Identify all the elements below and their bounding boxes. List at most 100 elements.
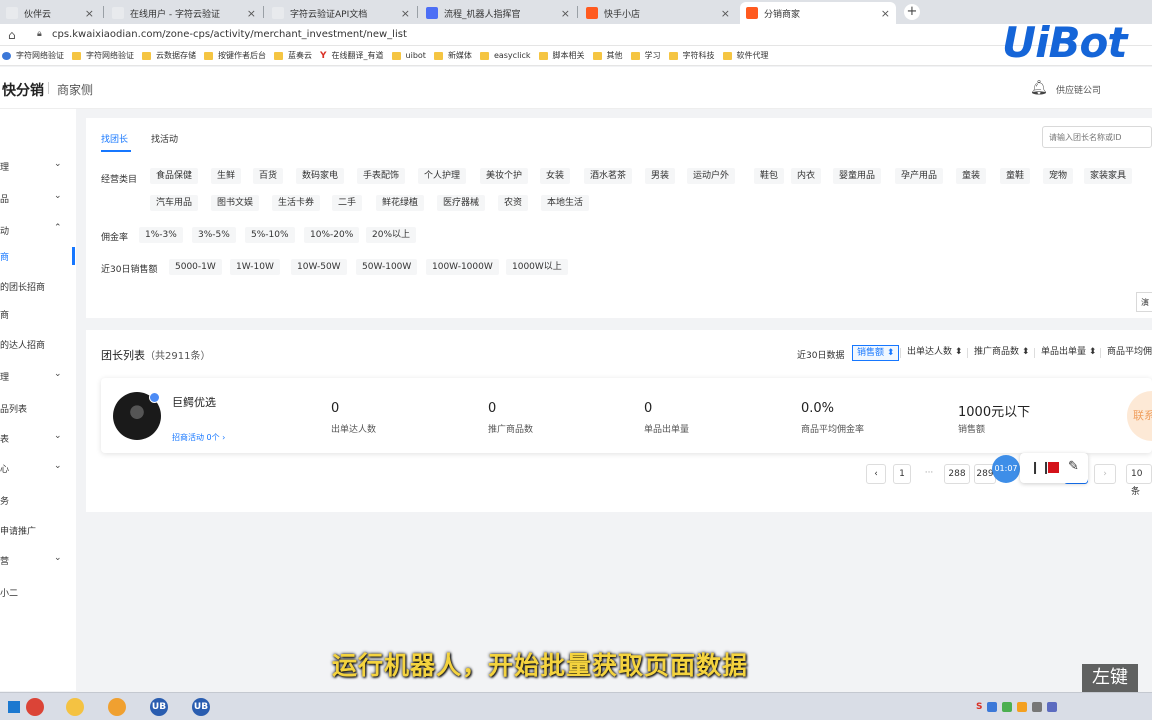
taskbar-app-chrome[interactable] — [22, 696, 48, 718]
category-chip[interactable]: 酒水茗茶 — [584, 168, 633, 184]
search-input[interactable] — [1042, 126, 1152, 148]
commission-chip[interactable]: 1%-3% — [139, 227, 183, 243]
pen-icon[interactable]: ✎ — [1068, 459, 1079, 474]
browser-tab[interactable]: 字符云验证API文档 × — [266, 2, 416, 24]
taskbar-app-uibot-1[interactable]: UB — [146, 696, 172, 718]
sidebar-item[interactable]: 表 ⌄ — [0, 429, 76, 447]
pagination-next-button[interactable]: › — [1094, 464, 1116, 484]
sidebar-item[interactable]: 商 — [0, 305, 76, 323]
leader-activity-link[interactable]: 招商活动 0个 › — [172, 432, 225, 443]
taskbar-app-sync[interactable] — [104, 696, 130, 718]
sort-button[interactable]: 销售额 ⬍ — [852, 345, 900, 361]
sidebar-item[interactable]: 动 ⌃ — [0, 221, 76, 239]
commission-chip[interactable]: 3%-5% — [192, 227, 236, 243]
bookmark-item[interactable]: 脚本相关 — [538, 50, 585, 61]
category-chip[interactable]: 鲜花绿植 — [376, 195, 425, 211]
chevron-down-icon[interactable]: ⌄ — [54, 431, 62, 441]
commission-chip[interactable]: 5%-10% — [245, 227, 295, 243]
tray-volume-icon[interactable] — [1002, 702, 1013, 712]
commission-chip[interactable]: 20%以上 — [366, 227, 417, 243]
chevron-down-icon[interactable]: ⌄ — [54, 553, 62, 563]
category-chip[interactable]: 医疗器械 — [437, 195, 486, 211]
category-chip[interactable]: 运动户外 — [687, 168, 736, 184]
bookmark-item[interactable]: 云数据存储 — [142, 50, 196, 61]
sidebar-item[interactable]: 心 ⌄ — [0, 459, 76, 477]
category-chip[interactable]: 图书文娱 — [211, 195, 260, 211]
category-chip[interactable]: 童装 — [956, 168, 987, 184]
tray-security-icon[interactable] — [1017, 702, 1028, 712]
sort-button[interactable]: 商品平均佣 — [1103, 345, 1152, 361]
close-icon[interactable]: × — [247, 7, 256, 20]
category-chip[interactable]: 鞋包 — [754, 168, 785, 184]
sidebar-item[interactable]: 商 — [0, 247, 76, 265]
chevron-down-icon[interactable]: ⌄ — [54, 369, 62, 379]
company-name[interactable]: 供应链公司 — [1056, 83, 1101, 96]
browser-tab[interactable]: 分销商家 × — [740, 2, 896, 24]
close-icon[interactable]: × — [561, 7, 570, 20]
category-chip[interactable]: 数码家电 — [296, 168, 345, 184]
url-field[interactable]: cps.kwaixiaodian.com/zone-cps/activity/m… — [52, 29, 407, 40]
chevron-down-icon[interactable]: ⌄ — [54, 461, 62, 471]
bookmark-item[interactable]: 字符科技 — [668, 50, 715, 61]
taskbar-app-uibot-2[interactable]: UB — [188, 696, 214, 718]
stop-icon[interactable] — [1048, 462, 1059, 473]
close-icon[interactable]: × — [401, 7, 410, 20]
tray-user-icon[interactable] — [1047, 702, 1058, 712]
tray-app-icon[interactable]: S — [976, 702, 982, 712]
category-chip[interactable]: 食品保健 — [150, 168, 199, 184]
tab-find-activity[interactable]: 找活动 — [151, 132, 178, 145]
leader-name[interactable]: 巨鳄优选 — [172, 394, 216, 410]
sidebar-item[interactable]: 营 ⌄ — [0, 551, 76, 569]
category-chip[interactable]: 美妆个护 — [480, 168, 529, 184]
category-chip[interactable]: 汽车用品 — [150, 195, 199, 211]
bookmark-item[interactable]: 按键作者后台 — [204, 50, 266, 61]
category-chip[interactable]: 家装家具 — [1084, 168, 1133, 184]
page-size-select[interactable]: 10 条 — [1126, 464, 1152, 497]
bookmark-item[interactable]: 字符网络验证 — [72, 50, 134, 61]
sidebar-item[interactable]: 理 ⌄ — [0, 157, 76, 175]
sidebar-item[interactable]: 小二 — [0, 583, 76, 601]
sales-chip[interactable]: 5000-1W — [169, 259, 222, 275]
sidebar-item[interactable]: 务 — [0, 491, 76, 509]
category-chip[interactable]: 男装 — [645, 168, 676, 184]
sales-chip[interactable]: 1W-10W — [230, 259, 280, 275]
chevron-up-icon[interactable]: ⌃ — [54, 223, 62, 233]
close-icon[interactable]: × — [881, 7, 890, 20]
sort-button[interactable]: 出单达人数 ⬍ — [903, 345, 966, 361]
bookmark-item[interactable]: uibot — [391, 51, 426, 60]
contact-button[interactable]: 联系 — [1127, 391, 1152, 441]
category-chip[interactable]: 童鞋 — [1000, 168, 1031, 184]
sort-button[interactable]: 推广商品数 ⬍ — [970, 345, 1033, 361]
bell-icon[interactable]: 🔔︎ — [1030, 80, 1048, 96]
category-chip[interactable]: 生鲜 — [211, 168, 242, 184]
category-chip[interactable]: 本地生活 — [541, 195, 590, 211]
bookmark-item[interactable]: 字符网络验证 — [2, 50, 64, 61]
bookmark-item[interactable]: 软件代理 — [722, 50, 769, 61]
sidebar-item[interactable]: 的达人招商 — [0, 335, 76, 353]
side-float-button[interactable]: 演 — [1136, 292, 1152, 312]
bookmark-item[interactable]: 新媒体 — [433, 50, 472, 61]
tray-settings-icon[interactable] — [1032, 702, 1043, 712]
chevron-down-icon[interactable]: ⌄ — [54, 191, 62, 201]
taskbar-app-explorer[interactable] — [62, 696, 88, 718]
close-icon[interactable]: × — [85, 7, 94, 20]
home-icon[interactable]: ⌂ — [8, 28, 16, 42]
bookmark-item[interactable]: easyclick — [479, 51, 531, 60]
category-chip[interactable]: 个人护理 — [418, 168, 467, 184]
browser-tab[interactable]: 伙伴云 × — [0, 2, 100, 24]
category-chip[interactable]: 孕产用品 — [895, 168, 944, 184]
category-chip[interactable]: 生活卡券 — [272, 195, 321, 211]
category-chip[interactable]: 婴童用品 — [833, 168, 882, 184]
bookmark-item[interactable]: 其他 — [592, 50, 623, 61]
browser-tab[interactable]: 在线用户 - 字符云验证 × — [106, 2, 262, 24]
sales-chip[interactable]: 1000W以上 — [506, 259, 568, 275]
sidebar-item[interactable]: 的团长招商 — [0, 277, 76, 295]
tab-find-leader[interactable]: 找团长 — [101, 132, 128, 145]
category-chip[interactable]: 手表配饰 — [357, 168, 406, 184]
leader-card[interactable]: 巨鳄优选 招商活动 0个 › 联系 0 出单达人数 0 推广商品数 0 单品出单量 0.0%… — [101, 378, 1152, 453]
pagination-prev-button[interactable]: ‹ — [866, 464, 886, 484]
sales-chip[interactable]: 50W-100W — [356, 259, 418, 275]
tray-network-icon[interactable] — [987, 702, 998, 712]
sidebar-item[interactable]: 理 ⌄ — [0, 367, 76, 385]
browser-tab[interactable]: 流程_机器人指挥官 × — [420, 2, 576, 24]
